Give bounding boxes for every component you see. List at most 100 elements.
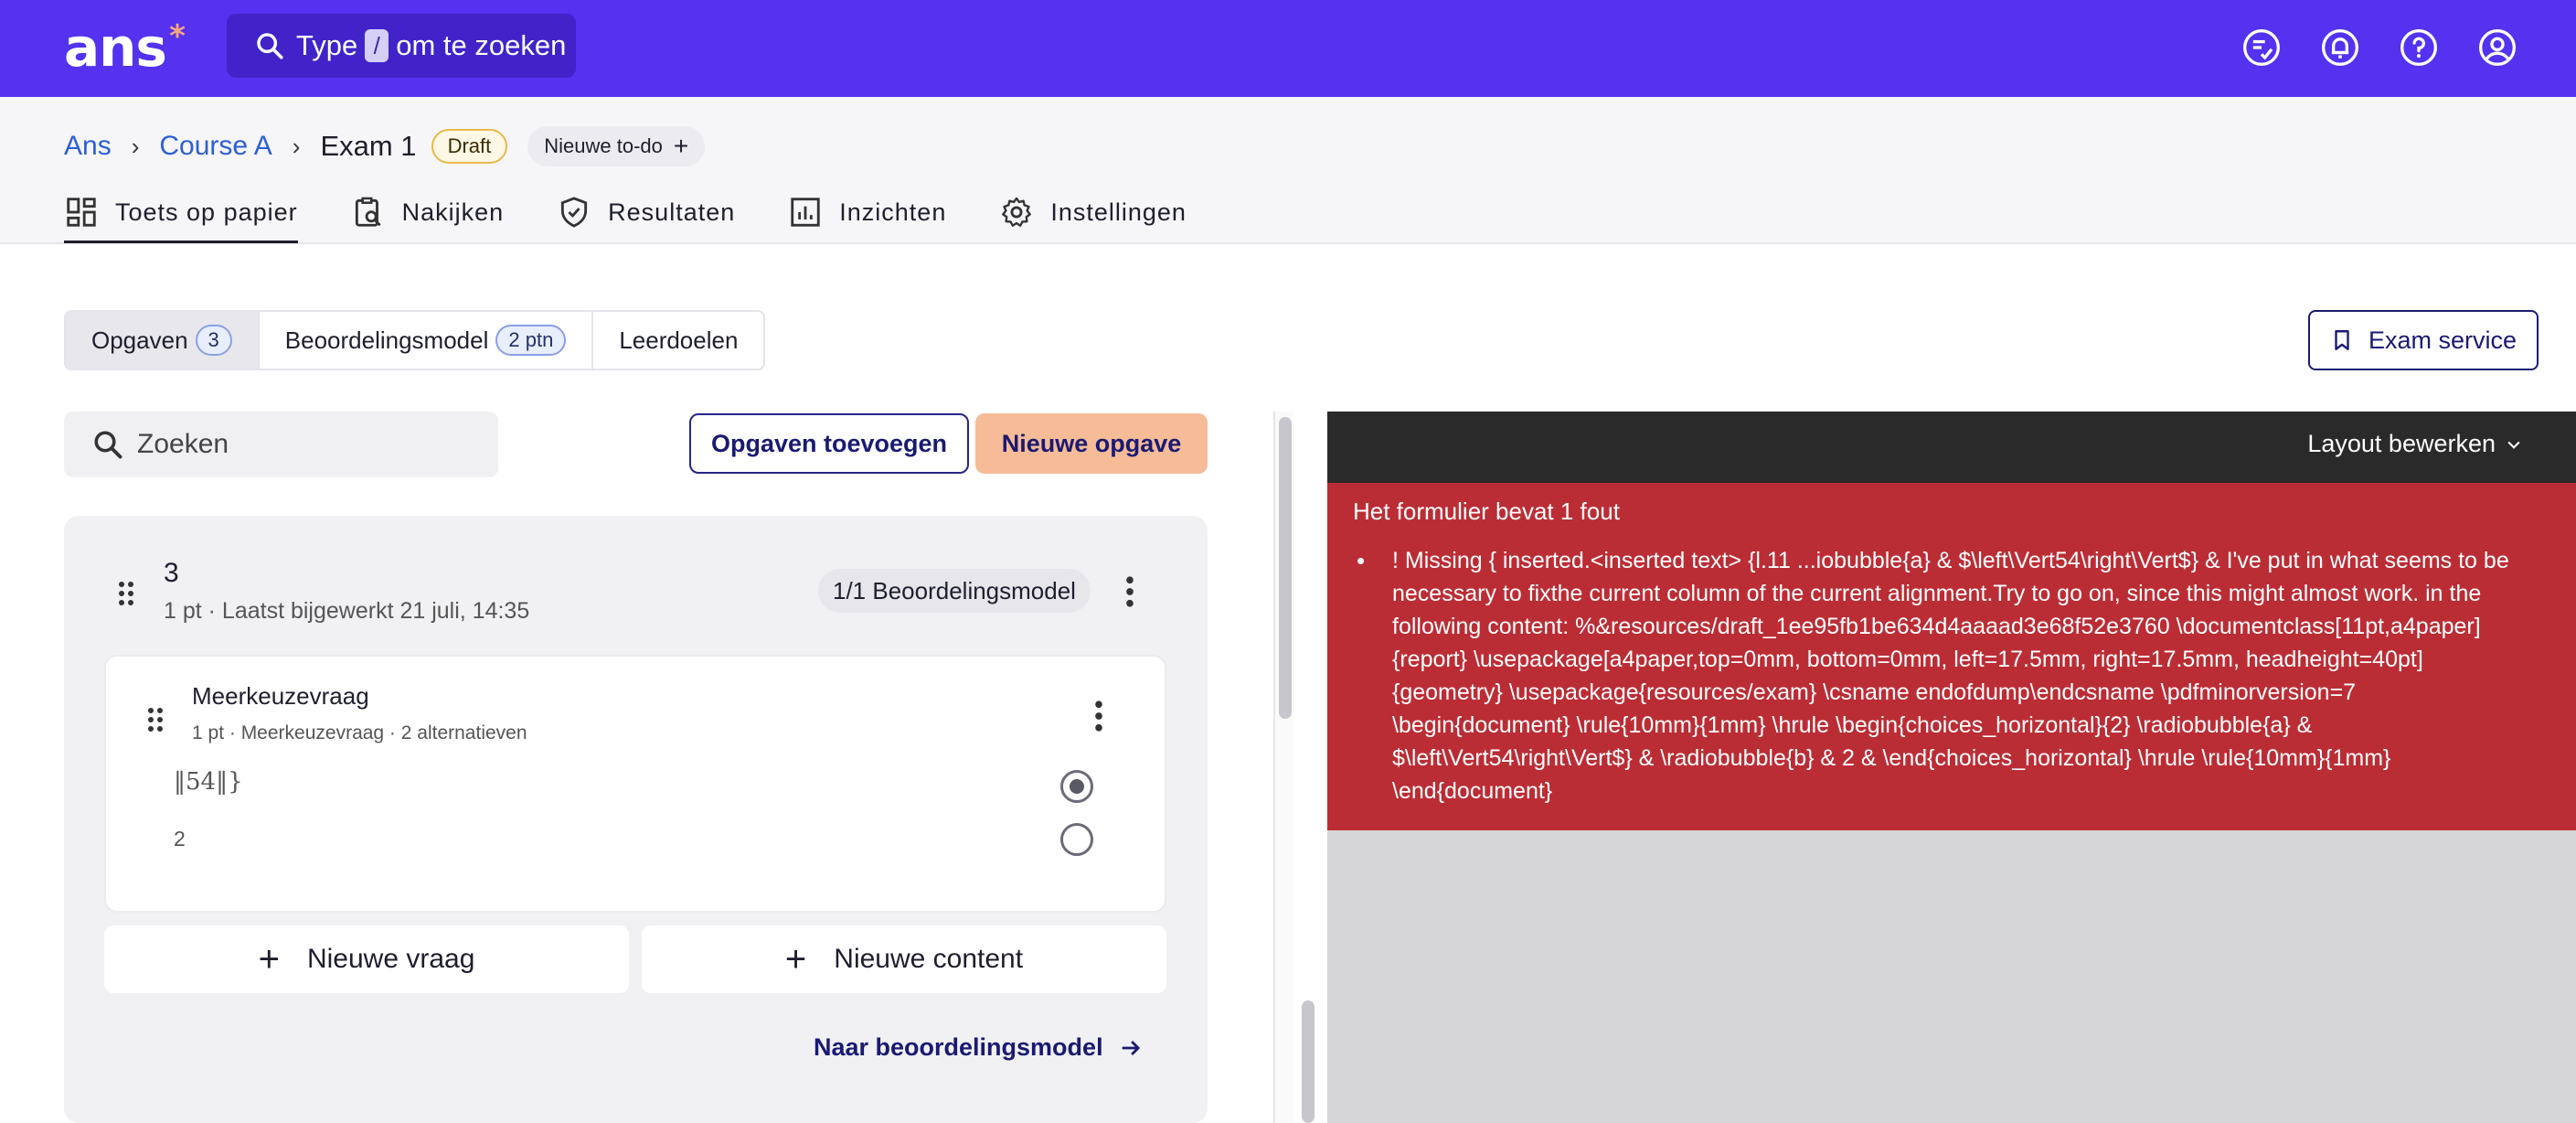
new-todo-label: Nieuwe to-do [544, 134, 663, 157]
to-grading-model-label: Naar beoordelingsmodel [814, 1033, 1103, 1061]
left-scrollbar-thumb[interactable] [1279, 417, 1292, 719]
exam-service-label: Exam service [2368, 326, 2517, 354]
tab-label: Instellingen [1050, 198, 1187, 226]
status-badge: Draft [431, 129, 508, 164]
tab-resultaten[interactable]: Resultaten [557, 187, 735, 238]
exercise-meta: 1 pt · Laatst bijgewerkt 21 juli, 14:35 [164, 598, 530, 624]
edit-layout-button[interactable]: Layout bewerken [2307, 430, 2523, 458]
tab-label: Nakijken [401, 198, 505, 226]
question-meta: 1 pt · Meerkeuzevraag · 2 alternatieven [192, 722, 527, 743]
ans-logo[interactable]: ans * [64, 16, 186, 79]
notification-bell-icon[interactable] [2320, 27, 2360, 68]
help-icon[interactable] [2399, 27, 2439, 68]
search-icon [94, 431, 122, 459]
new-todo-button[interactable]: Nieuwe to-do + [527, 126, 706, 166]
preview-scrollbar-thumb[interactable] [1302, 1000, 1315, 1123]
tab-nakijken[interactable]: Nakijken [351, 187, 505, 238]
exam-service-button[interactable]: Exam service [2308, 310, 2539, 370]
bookmark-icon [2335, 330, 2349, 350]
search-icon [257, 33, 283, 59]
new-exercise-button[interactable]: Nieuwe opgave [975, 413, 1208, 474]
tab-inzichten[interactable]: Inzichten [788, 187, 946, 238]
new-question-label: Nieuwe vraag [306, 944, 475, 974]
alternative-a-radio[interactable] [1060, 770, 1093, 803]
account-icon[interactable] [2477, 27, 2517, 68]
chevron-right-icon: › [131, 132, 140, 160]
gear-icon [1002, 197, 1032, 227]
question-card: Meerkeuzevraag 1 pt · Meerkeuzevraag · 2… [104, 655, 1166, 913]
plus-icon: + [258, 938, 280, 979]
breadcrumb-course[interactable]: Course A [159, 131, 271, 162]
todo-list-icon[interactable] [2241, 27, 2282, 68]
bar-chart-icon [791, 198, 820, 227]
more-options-icon[interactable] [1124, 576, 1135, 607]
count-badge: 3 [195, 325, 232, 356]
plus-icon: + [784, 938, 807, 979]
chevron-down-icon [2507, 441, 2520, 449]
error-line: ! Missing { inserted.<inserted text> {l.… [1392, 548, 2509, 573]
exercise-number: 3 [164, 558, 179, 588]
global-search[interactable]: Type / om te zoeken [227, 14, 576, 78]
error-line: necessary to fixthe current column of th… [1392, 581, 2482, 606]
to-grading-model-link[interactable]: Naar beoordelingsmodel [814, 1033, 1144, 1062]
more-options-icon[interactable] [1093, 701, 1104, 732]
plus-icon: + [673, 132, 689, 160]
segment-leerdoelen[interactable]: Leerdoelen [593, 312, 763, 369]
shield-check-icon [561, 197, 588, 228]
top-bar: ans * Type / om te zoeken [0, 0, 2576, 97]
search-placeholder: Zoeken [137, 429, 229, 459]
tab-label: Inzichten [839, 198, 947, 226]
error-alert: Het formulier bevat 1 fout ! Missing { i… [1327, 483, 2576, 830]
main-tabs: Toets op papier Nakijken Resultaten Inzi… [64, 187, 1240, 243]
error-title: Het formulier bevat 1 fout [1353, 497, 1620, 525]
drag-handle-icon[interactable] [146, 706, 165, 733]
grading-model-badge[interactable]: 1/1 Beoordelingsmodel [818, 569, 1091, 613]
breadcrumb-current: Exam 1 [320, 130, 417, 162]
content-segmented-control: Opgaven 3 Beoordelingsmodel 2 ptn Leerdo… [64, 310, 766, 370]
error-line: {geometry} \usepackage{resources/exam} \… [1392, 679, 2357, 705]
drag-handle-icon[interactable] [117, 580, 135, 607]
error-list: ! Missing { inserted.<inserted text> {l.… [1353, 544, 2550, 807]
error-line: \begin{document} \rule{10mm}{1mm} \hrule… [1392, 712, 2313, 738]
logo-text: ans [64, 16, 167, 79]
logo-star: * [169, 18, 186, 55]
alternative-b-radio[interactable] [1060, 823, 1093, 856]
count-badge: 2 ptn [495, 325, 567, 356]
segment-opgaven[interactable]: Opgaven 3 [66, 312, 260, 369]
error-line: \end{document} [1392, 778, 1553, 804]
search-suffix: om te zoeken [396, 29, 567, 61]
segment-beoordelingsmodel[interactable]: Beoordelingsmodel 2 ptn [260, 312, 594, 369]
clipboard-search-icon [355, 197, 381, 227]
error-line: {report} \usepackage[a4paper,top=0mm, bo… [1392, 647, 2423, 672]
alternative-b: 2 [174, 827, 186, 850]
error-line: $\left\Vert54\right\Vert$} & \radiobubbl… [1392, 745, 2391, 771]
segment-label: Opgaven [91, 326, 188, 354]
segment-label: Beoordelingsmodel [284, 326, 489, 354]
tab-label: Toets op papier [115, 198, 298, 226]
pdf-preview: Layout bewerken Het formulier bevat 1 fo… [1327, 412, 2576, 1123]
question-type: Meerkeuzevraag [192, 682, 369, 710]
tab-instellingen[interactable]: Instellingen [999, 187, 1187, 238]
tab-toets-op-papier[interactable]: Toets op papier [64, 187, 298, 243]
page-header: Ans › Course A › Exam 1 Draft Nieuwe to-… [0, 97, 2576, 244]
arrow-right-icon [1122, 1040, 1140, 1055]
dashboard-icon [67, 198, 96, 227]
error-line: following content: %&resources/draft_1ee… [1392, 614, 2481, 639]
chevron-right-icon: › [292, 132, 301, 160]
new-question-button[interactable]: + Nieuwe vraag [104, 925, 629, 993]
add-exercises-button[interactable]: Opgaven toevoegen [689, 413, 969, 474]
segment-label: Leerdoelen [619, 326, 739, 354]
search-input[interactable]: Zoeken [64, 412, 498, 477]
new-content-label: Nieuwe content [834, 944, 1024, 974]
tab-label: Resultaten [608, 198, 736, 226]
exercise-panel: 3 1 pt · Laatst bijgewerkt 21 juli, 14:3… [64, 516, 1208, 1123]
left-scrollbar[interactable] [1273, 412, 1293, 1123]
breadcrumb-ans[interactable]: Ans [64, 131, 112, 162]
search-shortcut-key: / [365, 29, 389, 62]
edit-layout-label: Layout bewerken [2307, 430, 2496, 457]
preview-toolbar: Layout bewerken [1327, 412, 2576, 483]
breadcrumb: Ans › Course A › Exam 1 Draft Nieuwe to-… [64, 126, 706, 166]
error-message: ! Missing { inserted.<inserted text> {l.… [1353, 544, 2550, 807]
alternative-a: ‖54‖} [174, 768, 243, 796]
new-content-button[interactable]: + Nieuwe content [642, 925, 1166, 993]
